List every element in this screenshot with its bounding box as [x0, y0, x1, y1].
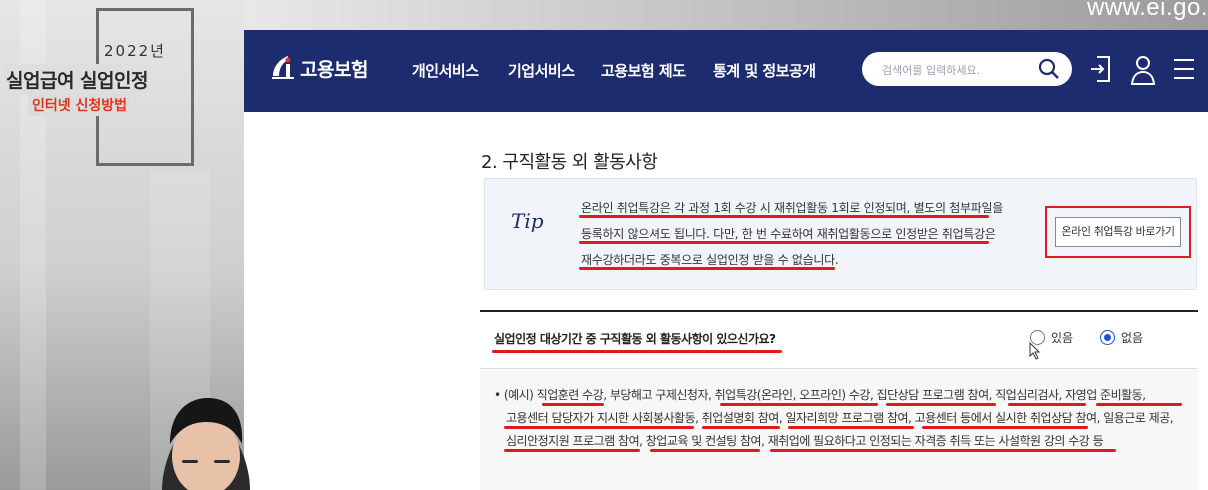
radio-no-label: 없음 — [1121, 331, 1144, 345]
highlight-underline — [1096, 403, 1182, 406]
nav-statistics[interactable]: 통계 및 정보공개 — [713, 60, 816, 81]
logo-mark-icon — [272, 56, 294, 79]
online-lecture-button[interactable]: 온라인 취업특강 바로가기 — [1055, 217, 1181, 247]
highlight-underline — [702, 426, 780, 429]
question-text: 실업인정 대상기간 중 구직활동 외 활동사항이 있으신가요? — [494, 332, 776, 346]
overlay-title: 실업급여 실업인정 — [4, 64, 150, 95]
background-top: www.ei.go. — [245, 0, 1208, 30]
navbar: 고용보험 개인서비스 기업서비스 고용보험 제도 통계 및 정보공개 검색어를 … — [244, 30, 1208, 112]
section-title: 2. 구직활동 외 활동사항 — [481, 152, 658, 173]
highlight-underline — [579, 267, 835, 270]
search-input[interactable]: 검색어를 입력하세요. — [862, 52, 1072, 86]
url-watermark: www.ei.go. — [1086, 0, 1208, 21]
highlight-underline — [770, 449, 1116, 452]
highlight-underline — [579, 215, 989, 218]
radio-no[interactable]: 없음 — [1100, 329, 1143, 346]
search-placeholder: 검색어를 입력하세요. — [882, 64, 981, 77]
highlight-underline — [492, 350, 782, 353]
highlight-underline — [788, 426, 914, 429]
highlight-underline — [542, 403, 604, 406]
search-icon[interactable] — [1038, 58, 1060, 80]
highlight-underline — [504, 449, 640, 452]
highlight-underline — [650, 449, 760, 452]
highlight-underline — [922, 426, 1088, 429]
overlay-subtitle: 인터넷 신청방법 — [28, 94, 132, 116]
login-icon[interactable] — [1089, 54, 1115, 84]
highlight-underline — [886, 403, 996, 406]
nav-business-service[interactable]: 기업서비스 — [508, 60, 575, 81]
logo-text: 고용보험 — [300, 58, 368, 81]
cursor-icon — [1029, 342, 1041, 360]
user-icon[interactable] — [1129, 54, 1157, 86]
example-text: • (예시) 직업훈련 수강, 부당해고 구제신청자, 취업특강(온라인, 오프… — [494, 384, 1194, 453]
highlight-underline — [720, 403, 878, 406]
menu-icon[interactable] — [1172, 54, 1196, 84]
highlight-box: 온라인 취업특강 바로가기 — [1045, 206, 1191, 258]
tip-label: Tip — [511, 209, 544, 233]
site-logo[interactable]: 고용보험 — [270, 54, 368, 82]
tip-text: 온라인 취업특강은 각 과정 1회 수강 시 재취업활동 1회로 인정되며, 별… — [581, 195, 1021, 273]
example-box: • (예시) 직업훈련 수강, 부당해고 구제신청자, 취업특강(온라인, 오프… — [480, 370, 1198, 490]
radio-no-dot[interactable] — [1100, 330, 1115, 345]
highlight-underline — [504, 426, 694, 429]
radio-yes-label: 있음 — [1051, 331, 1074, 345]
presenter-avatar — [162, 398, 250, 490]
overlay-year: 2022년 — [102, 40, 168, 61]
nav-personal-service[interactable]: 개인서비스 — [412, 60, 479, 81]
highlight-underline — [579, 241, 989, 244]
browser-screen: 고용보험 개인서비스 기업서비스 고용보험 제도 통계 및 정보공개 검색어를 … — [244, 30, 1208, 490]
tip-box: Tip 온라인 취업특강은 각 과정 1회 수강 시 재취업활동 1회로 인정되… — [484, 178, 1197, 290]
highlight-underline — [1008, 403, 1086, 406]
nav-insurance-system[interactable]: 고용보험 제도 — [601, 60, 686, 81]
question-row: 실업인정 대상기간 중 구직활동 외 활동사항이 있으신가요? 있음 없음 — [480, 312, 1198, 369]
